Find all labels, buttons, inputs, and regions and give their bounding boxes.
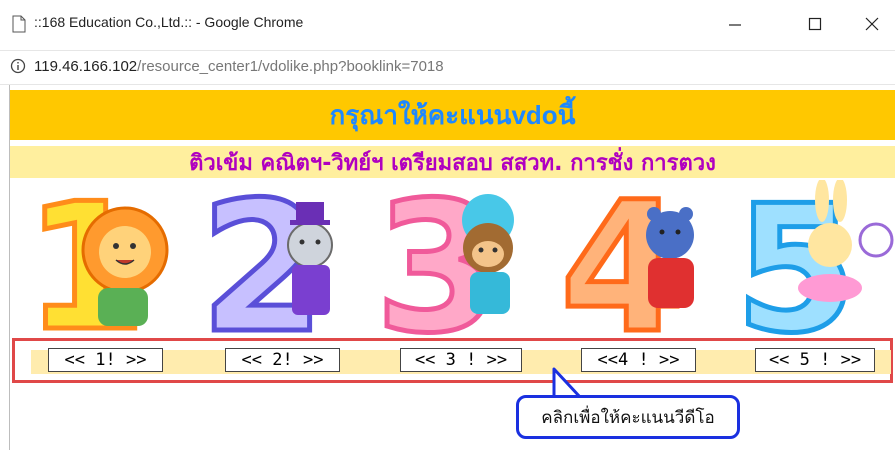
url-text[interactable]: 119.46.166.102/resource_center1/vdolike.… (34, 58, 444, 75)
rating-heading-suffix: นี้ (557, 100, 576, 131)
callout-tail (552, 367, 582, 397)
callout-text: คลิกเพื่อให้คะแนนวีดีโอ (516, 395, 740, 439)
rabbit-ear-left (815, 178, 829, 222)
page-icon (12, 15, 26, 33)
minimize-icon (729, 24, 741, 26)
cat-head (287, 222, 333, 268)
lion-face (99, 226, 151, 278)
minimize-button[interactable] (715, 8, 755, 40)
url-path: /resource_center1/vdolike.php?booklink=7… (137, 58, 444, 75)
rabbit-ear-right (833, 178, 847, 222)
rating-heading-thai: กรุณาให้คะแนน (329, 100, 512, 131)
rabbit-head (808, 223, 852, 267)
hoop (858, 222, 894, 258)
video-title: ติวเข้ม คณิตฯ-วิทย์ฯ เตรียมสอบ สสวท. การ… (10, 146, 895, 178)
page-left-border (0, 85, 10, 450)
monkey-body (470, 272, 510, 314)
bear-eye-right (675, 229, 681, 235)
bear-body (648, 258, 694, 308)
lion-body (98, 288, 148, 326)
url-host: 119.46.166.102 (34, 58, 138, 75)
number-one-graphic: 1 (23, 165, 169, 373)
number-five-graphic: 5 (733, 167, 894, 375)
close-button[interactable] (852, 8, 892, 40)
cat-body (292, 265, 330, 315)
rate-3-button[interactable]: << 3 ! >> (400, 348, 522, 372)
rating-numbers-illustration: 1 2 3 (10, 162, 895, 376)
rating-buttons-row: << 1! >> << 2! >> << 3 ! >> <<4 ! >> << … (12, 338, 893, 383)
rate-2-button[interactable]: << 2! >> (225, 348, 340, 372)
page-content: กรุณาให้คะแนน vdo นี้ ติวเข้ม คณิตฯ-วิทย์… (0, 85, 895, 450)
monkey-eye-left (478, 247, 484, 253)
cat-eye-left (299, 239, 305, 245)
info-icon[interactable] (10, 58, 26, 74)
rating-heading-vdo: vdo (511, 99, 558, 130)
cat-eye-right (315, 239, 321, 245)
bear-eye-left (659, 229, 665, 235)
window-title: ::168 Education Co.,Ltd.:: - Google Chro… (34, 14, 304, 30)
number-two-graphic: 2 (198, 162, 333, 376)
rate-1-button[interactable]: << 1! >> (48, 348, 163, 372)
address-bar[interactable]: 119.46.166.102/resource_center1/vdolike.… (0, 51, 895, 85)
numbers-svg: 1 2 3 (23, 162, 894, 376)
maximize-icon (808, 17, 822, 31)
hint-callout: คลิกเพื่อให้คะแนนวีดีโอ (516, 367, 740, 443)
bear-ear-right (679, 207, 693, 221)
number-four-graphic: 4 (558, 162, 694, 376)
rate-5-button[interactable]: << 5 ! >> (755, 348, 875, 372)
number-three-graphic: 3 (373, 162, 514, 376)
lion-eye-left (113, 243, 119, 249)
cat-hat-brim (290, 220, 330, 225)
monkey-face (472, 241, 504, 267)
rabbit-skirt (798, 274, 862, 302)
rating-heading: กรุณาให้คะแนน vdo นี้ (10, 90, 895, 140)
maximize-button[interactable] (795, 8, 835, 40)
window-titlebar: ::168 Education Co.,Ltd.:: - Google Chro… (0, 0, 895, 51)
monkey-eye-right (492, 247, 498, 253)
bear-ear-left (647, 207, 661, 221)
rate-4-button[interactable]: <<4 ! >> (581, 348, 696, 372)
close-icon (865, 17, 879, 31)
lion-eye-right (130, 243, 136, 249)
